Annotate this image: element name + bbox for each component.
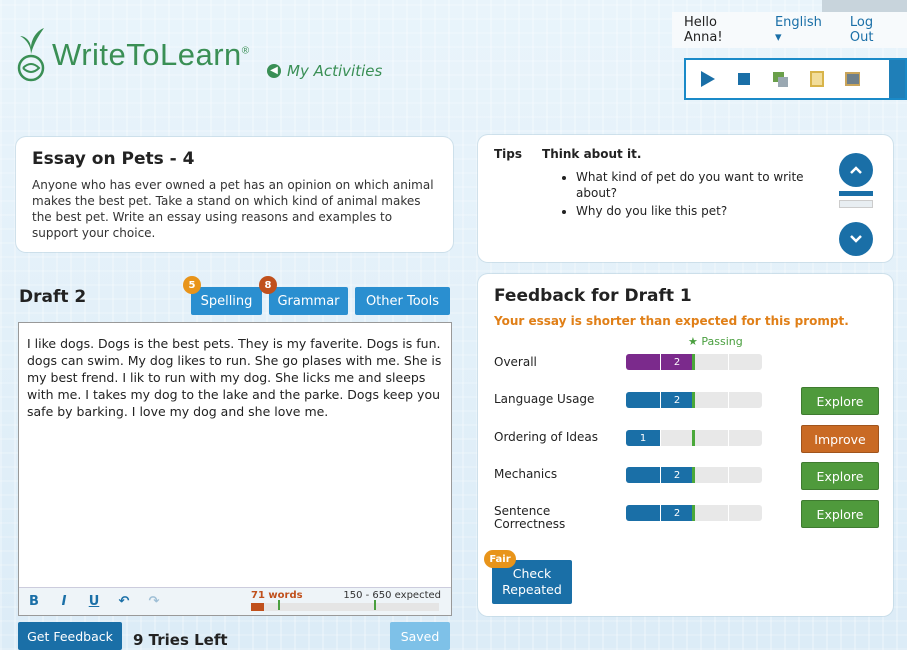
tip-item: Why do you like this pet?: [576, 203, 826, 219]
toolbar-handle[interactable]: [889, 60, 905, 98]
essay-text[interactable]: I like dogs. Dogs is the best pets. They…: [19, 323, 451, 432]
trait-bar-ordering-of-ideas: 1: [626, 430, 762, 446]
greeting: Hello Anna!: [684, 15, 723, 45]
length-warning: Your essay is shorter than expected for …: [494, 314, 849, 328]
grammar-count-badge: 8: [259, 276, 277, 294]
essay-editor[interactable]: I like dogs. Dogs is the best pets. They…: [18, 322, 452, 616]
trait-label-language-usage: Language Usage: [494, 392, 595, 406]
editor-format-toolbar: B I U ↶ ↷ 71 words 150 - 650 expected: [19, 587, 451, 615]
trait-bar-overall: 2: [626, 354, 762, 370]
passing-line: [692, 505, 695, 521]
other-tools-button[interactable]: Other Tools: [355, 287, 450, 315]
trait-label-sentence-correctness: Sentence Correctness: [494, 504, 566, 531]
improve-button-ordering-of-ideas[interactable]: Improve: [801, 425, 879, 453]
prompt-text: Anyone who has ever owned a pet has an o…: [32, 178, 434, 240]
prompt-card: Essay on Pets - 4 Anyone who has ever ow…: [16, 137, 453, 252]
grammar-label: Grammar: [277, 293, 340, 309]
stop-icon[interactable]: [736, 70, 752, 88]
top-user-bar: Hello Anna! English ▾ Log Out: [672, 12, 907, 48]
tips-down-button[interactable]: [839, 222, 873, 256]
undo-icon[interactable]: ↶: [109, 594, 139, 609]
passing-indicator: ★ Passing: [688, 335, 743, 348]
tries-left: 9 Tries Left: [133, 631, 228, 649]
tips-scroll-track: [839, 200, 873, 208]
play-icon[interactable]: [700, 70, 716, 88]
tips-list: What kind of pet do you want to write ab…: [576, 169, 826, 219]
draft-title: Draft 2: [19, 287, 87, 307]
word-count-fill: [251, 603, 265, 611]
trait-label-ordering-of-ideas: Ordering of Ideas: [494, 430, 598, 444]
translate-icon[interactable]: [772, 70, 788, 88]
tips-navigation: [839, 153, 873, 256]
feedback-title: Feedback for Draft 1: [494, 286, 692, 306]
explore-button-mechanics[interactable]: Explore: [801, 462, 879, 490]
trait-label-mechanics: Mechanics: [494, 467, 558, 481]
trait-score: 2: [673, 356, 681, 368]
spelling-button[interactable]: Spelling: [191, 287, 262, 315]
tips-card: Tips Think about it. What kind of pet do…: [478, 135, 893, 262]
max-words-marker: [374, 600, 376, 610]
back-arrow-icon: ◀: [267, 64, 281, 78]
read-aloud-toolbar: [684, 58, 907, 100]
get-feedback-button[interactable]: Get Feedback: [18, 622, 122, 650]
passing-label: Passing: [701, 335, 743, 348]
app-logo[interactable]: WriteToLearn®: [16, 24, 250, 86]
passing-line: [692, 354, 695, 370]
trait-score: 2: [673, 469, 681, 481]
trait-score: 2: [673, 394, 681, 406]
dictionary-icon[interactable]: [808, 70, 824, 88]
italic-button[interactable]: I: [49, 594, 79, 609]
tips-scroll-indicator: [839, 191, 873, 196]
expected-range: 150 - 650 expected: [343, 590, 441, 601]
trait-bar-mechanics: 2: [626, 467, 762, 483]
star-icon: ★: [688, 335, 698, 348]
trait-label-overall: Overall: [494, 355, 537, 369]
tip-item: What kind of pet do you want to write ab…: [576, 169, 826, 201]
language-dropdown[interactable]: English ▾: [763, 15, 838, 45]
min-words-marker: [278, 600, 280, 610]
word-count: 71 words: [251, 590, 303, 601]
logo-sprout-icon: [16, 24, 46, 86]
logout-link[interactable]: Log Out: [838, 15, 907, 45]
trait-bar-sentence-correctness: 2: [626, 505, 762, 521]
spelling-label: Spelling: [200, 293, 253, 309]
app-name: WriteToLearn®: [52, 37, 250, 72]
trait-score: 1: [639, 432, 647, 444]
passing-line: [692, 467, 695, 483]
underline-button[interactable]: U: [79, 594, 109, 609]
grammar-button[interactable]: Grammar: [269, 287, 348, 315]
tips-heading: Think about it.: [542, 147, 642, 161]
saved-button[interactable]: Saved: [390, 622, 450, 650]
corner-tab: [822, 0, 907, 12]
tips-up-button[interactable]: [839, 153, 873, 187]
passing-line: [692, 430, 695, 446]
redo-icon[interactable]: ↷: [139, 594, 169, 609]
bold-button[interactable]: B: [19, 594, 49, 609]
trait-bar-language-usage: 2: [626, 392, 762, 408]
other-tools-label: Other Tools: [365, 293, 440, 309]
tips-label: Tips: [494, 147, 523, 161]
feedback-card: Feedback for Draft 1 Your essay is short…: [478, 274, 893, 616]
prompt-title: Essay on Pets - 4: [32, 149, 195, 169]
spelling-count-badge: 5: [183, 276, 201, 294]
trait-score-fill: 1: [626, 430, 660, 446]
my-activities-label: My Activities: [287, 62, 383, 80]
picture-dictionary-icon[interactable]: [844, 70, 860, 88]
fair-badge: Fair: [484, 550, 516, 568]
word-count-bar: [251, 600, 439, 611]
explore-button-sentence-correctness[interactable]: Explore: [801, 500, 879, 528]
trait-score: 2: [673, 507, 681, 519]
explore-button-language-usage[interactable]: Explore: [801, 387, 879, 415]
passing-line: [692, 392, 695, 408]
my-activities-link[interactable]: ◀ My Activities: [267, 62, 382, 80]
